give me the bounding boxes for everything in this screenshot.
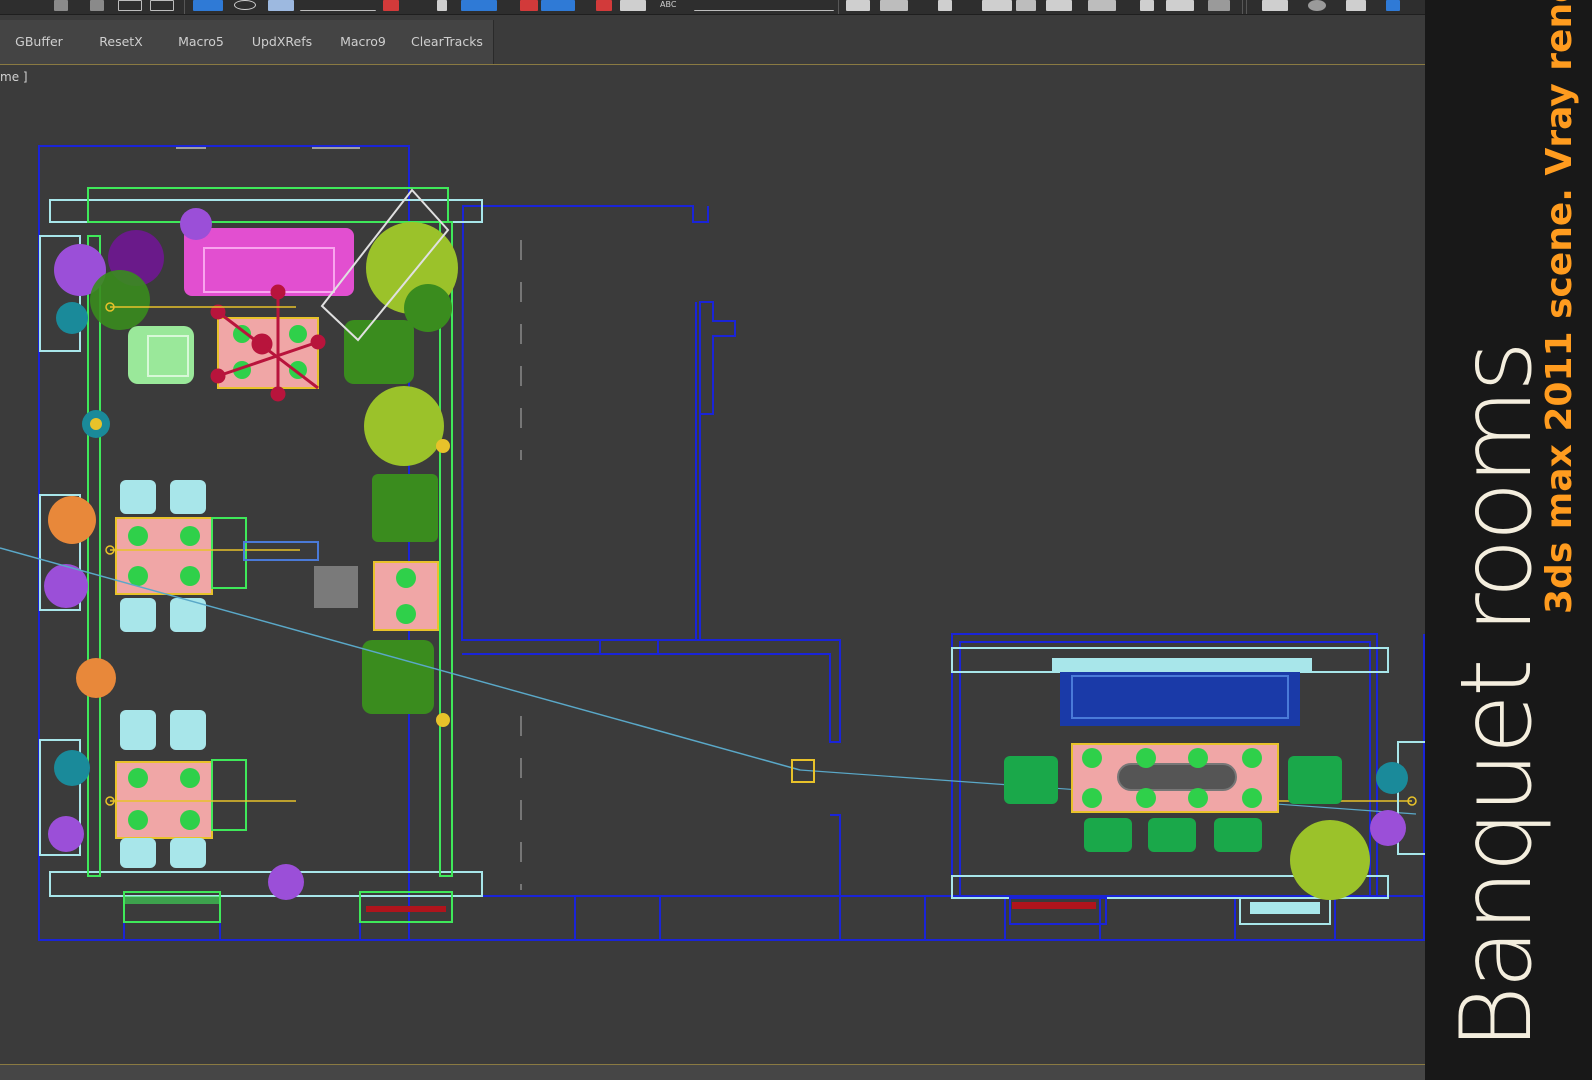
updxrefs-button[interactable]: UpdXRefs xyxy=(248,31,316,53)
spinner-snap-icon[interactable] xyxy=(620,0,646,11)
main-toolbar: ABC xyxy=(0,0,1425,15)
round-pouf xyxy=(180,208,212,240)
scale-tool-icon[interactable] xyxy=(268,0,294,11)
rect-select-icon[interactable] xyxy=(118,0,142,11)
mirror-icon[interactable] xyxy=(846,0,870,11)
select-by-name-icon[interactable] xyxy=(90,0,104,11)
percent-snap-icon[interactable] xyxy=(596,0,612,11)
camera-object xyxy=(243,541,319,561)
align-icon[interactable] xyxy=(880,0,908,11)
extra-tool-1-icon[interactable] xyxy=(1262,0,1288,11)
curve-editor-icon[interactable] xyxy=(1016,0,1036,11)
status-bar xyxy=(0,1065,1425,1080)
banner-subtitle: 3ds max 2011 scene. Vray render xyxy=(1539,0,1580,614)
render-setup-icon[interactable] xyxy=(1140,0,1154,11)
resetx-button[interactable]: ResetX xyxy=(90,31,152,53)
radiator-right xyxy=(1012,902,1096,909)
radiator xyxy=(366,906,446,912)
viewport-label[interactable]: me ] xyxy=(0,70,28,84)
top-viewport[interactable]: me ] xyxy=(0,65,1425,1064)
select-tool-icon[interactable] xyxy=(54,0,68,11)
move-tool-icon[interactable] xyxy=(193,0,223,11)
buffet-counter xyxy=(1052,658,1312,726)
macro5-button[interactable]: Macro5 xyxy=(170,31,232,53)
banquet-table xyxy=(1071,743,1279,813)
render-frame-icon[interactable] xyxy=(1166,0,1194,11)
banner-title: Banquet rooms xyxy=(1440,343,1554,1050)
reference-dropdown-icon[interactable] xyxy=(300,0,376,11)
graphite-tools-icon[interactable] xyxy=(982,0,1012,11)
extra-tool-3-icon[interactable] xyxy=(1346,0,1366,11)
schematic-view-icon[interactable] xyxy=(1046,0,1072,11)
pivot-icon[interactable] xyxy=(383,0,399,11)
rotate-tool-icon[interactable] xyxy=(234,0,256,10)
select-manipulate-icon[interactable] xyxy=(437,0,447,11)
angle-snap-icon[interactable] xyxy=(541,0,575,11)
floorplan-drawing[interactable] xyxy=(0,65,1425,1064)
edit-named-selection-icon[interactable]: ABC xyxy=(660,0,682,10)
material-editor-icon[interactable] xyxy=(1088,0,1116,11)
side-tables xyxy=(211,517,247,831)
named-selection-dropdown-icon[interactable] xyxy=(694,0,834,11)
gbuffer-button[interactable]: GBuffer xyxy=(8,31,70,53)
layer-manager-icon[interactable] xyxy=(938,0,952,11)
window-seat xyxy=(1250,902,1320,914)
cleartracks-button[interactable]: ClearTracks xyxy=(405,31,489,53)
extra-tool-4-icon[interactable] xyxy=(1386,0,1400,11)
macro9-button[interactable]: Macro9 xyxy=(332,31,394,53)
keyboard-shortcut-icon[interactable] xyxy=(461,0,497,11)
magenta-sofa xyxy=(184,228,354,296)
macro-toolbar: GBuffer ResetX Macro5 UpdXRefs Macro9 Cl… xyxy=(0,20,494,65)
max-window: ABC GBuffer ResetX Macro5 UpdXRefs Macro… xyxy=(0,0,1592,1080)
render-production-icon[interactable] xyxy=(1208,0,1230,11)
window-crossing-icon[interactable] xyxy=(150,0,174,11)
extra-tool-2-icon[interactable] xyxy=(1308,0,1326,11)
snaps-toggle-icon[interactable] xyxy=(520,0,538,11)
